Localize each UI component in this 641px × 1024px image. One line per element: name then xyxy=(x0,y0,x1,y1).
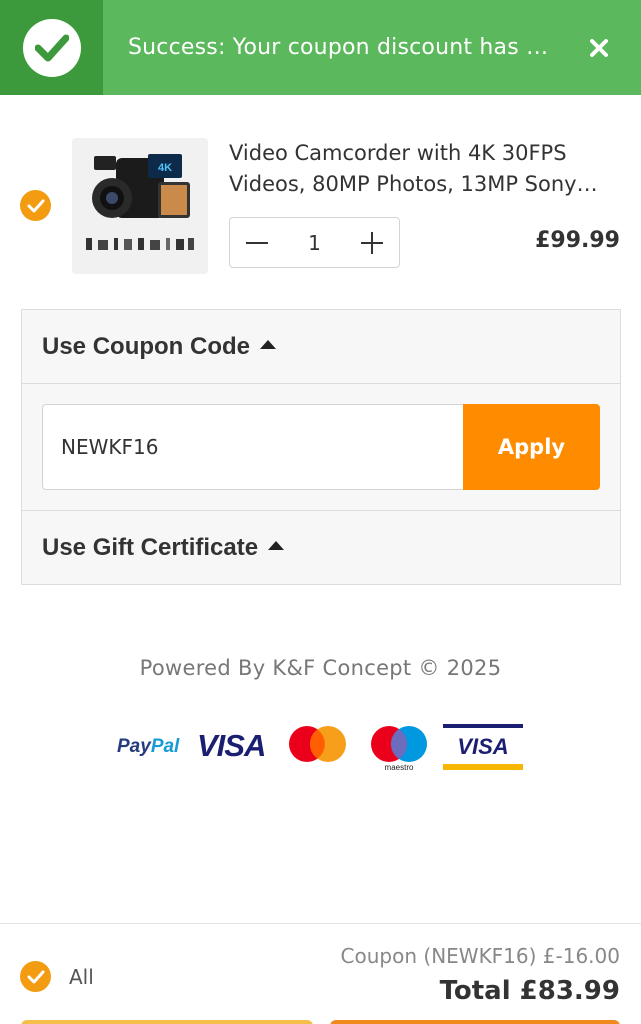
discount-panel: Use Coupon Code Apply Use Gift Certifica… xyxy=(21,309,621,585)
coupon-section-toggle[interactable]: Use Coupon Code xyxy=(22,310,620,384)
product-image[interactable]: 4K xyxy=(72,138,208,274)
paypal-logo: PayPal xyxy=(117,736,179,758)
quantity-value[interactable]: 1 xyxy=(308,231,321,255)
quantity-stepper: 1 xyxy=(229,217,400,268)
minus-icon[interactable] xyxy=(230,218,284,267)
select-all-label[interactable]: All xyxy=(69,965,94,989)
caret-up-icon xyxy=(268,541,285,550)
product-title[interactable]: Video Camcorder with 4K 30FPS Videos, 80… xyxy=(229,138,619,200)
check-icon xyxy=(22,18,81,77)
coupon-heading: Use Coupon Code xyxy=(42,332,250,360)
success-toast: Success: Your coupon discount has been a… xyxy=(0,0,641,95)
mastercard-logo xyxy=(289,726,346,762)
visa-electron-label: VISA xyxy=(457,734,508,759)
coupon-code-input[interactable] xyxy=(42,404,466,490)
coupon-form: Apply xyxy=(22,384,620,511)
visa-electron-logo: VISA xyxy=(443,724,523,770)
powered-by-text: Powered By K&F Concept © 2025 xyxy=(139,656,502,680)
product-price: £99.99 xyxy=(535,228,620,253)
gift-heading: Use Gift Certificate xyxy=(42,533,259,561)
secondary-checkout-button[interactable] xyxy=(21,1020,313,1024)
product-image-badge: 4K xyxy=(158,162,172,174)
caret-up-icon xyxy=(260,340,276,349)
close-icon[interactable] xyxy=(557,0,641,95)
plus-icon[interactable] xyxy=(345,218,399,267)
maestro-label: maestro xyxy=(385,763,414,772)
order-total: Total £83.99 xyxy=(439,976,620,1006)
item-select-checkbox[interactable] xyxy=(20,190,51,221)
paypal-logo-text: PayPal xyxy=(117,736,180,757)
checkout-button[interactable] xyxy=(330,1020,620,1024)
apply-coupon-button[interactable]: Apply xyxy=(463,404,600,490)
coupon-discount-line: Coupon (NEWKF16) £-16.00 xyxy=(340,944,620,968)
maestro-logo: maestro xyxy=(371,726,427,772)
gift-certificate-toggle[interactable]: Use Gift Certificate xyxy=(22,511,620,584)
toast-icon-box xyxy=(0,0,103,95)
select-all-checkbox[interactable] xyxy=(20,961,51,992)
visa-logo: VISA xyxy=(197,728,266,763)
checkout-summary-bar: All Coupon (NEWKF16) £-16.00 Total £83.9… xyxy=(0,923,641,1024)
toast-message: Success: Your coupon discount has been a… xyxy=(128,35,557,60)
